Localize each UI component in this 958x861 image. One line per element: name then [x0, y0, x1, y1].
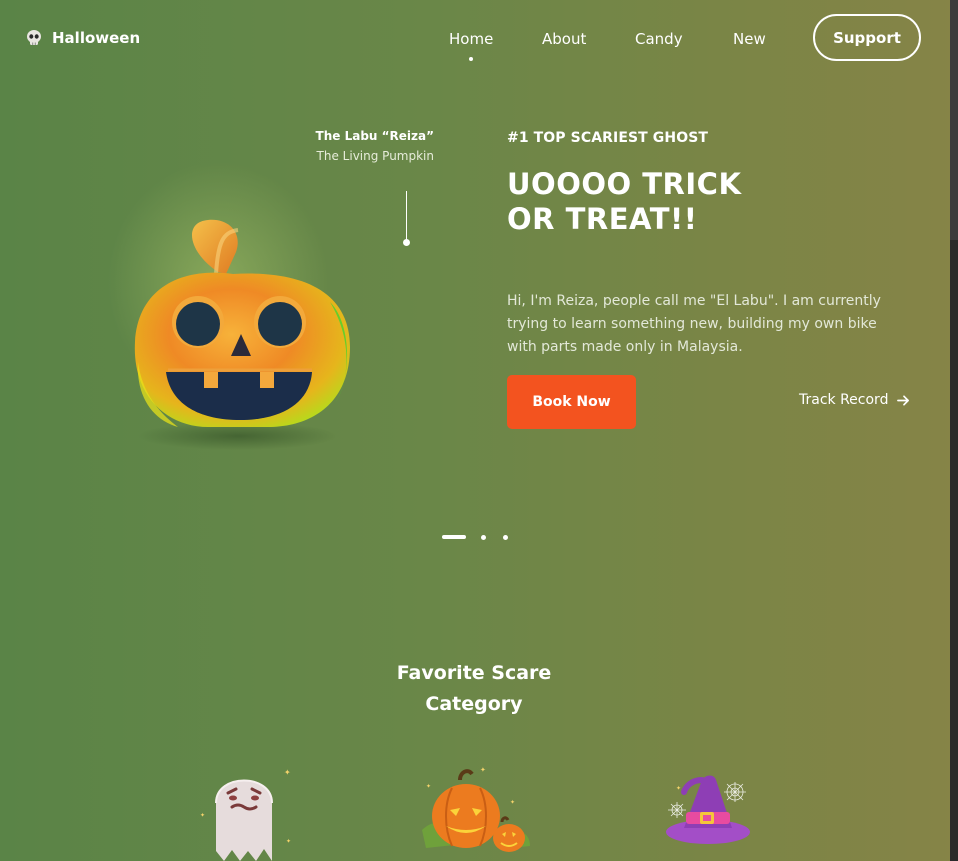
jack-o-lantern-icon: [108, 162, 350, 450]
slider-dot-1[interactable]: [442, 535, 466, 539]
character-name: The Labu “Reiza”: [315, 129, 434, 143]
ghost-icon: ✦ ✦ ✦: [200, 768, 291, 861]
page-scrollbar[interactable]: [950, 0, 958, 861]
nav-home[interactable]: Home: [449, 30, 493, 48]
track-record-label: Track Record: [799, 392, 889, 408]
category-section-title: Favorite Scare Category: [396, 662, 552, 715]
hero-headline: UOOOO TRICK OR TREAT!!: [507, 167, 742, 236]
svg-text:✦: ✦: [426, 783, 431, 790]
scrollbar-thumb[interactable]: [950, 0, 958, 240]
pumpkins-icon: ✦ ✦ ✦: [422, 766, 530, 852]
caption-connector-line: [406, 191, 407, 241]
nav-candy[interactable]: Candy: [635, 30, 683, 48]
skull-icon: [27, 30, 41, 45]
category-witch-hat[interactable]: ✦: [662, 772, 754, 848]
svg-text:✦: ✦: [286, 838, 291, 845]
witch-hat-icon: ✦: [666, 775, 750, 844]
category-ghost[interactable]: ✦ ✦ ✦: [198, 757, 294, 861]
svg-text:✦: ✦: [284, 768, 291, 777]
caption-connector-dot: [403, 239, 410, 246]
character-subtitle: The Living Pumpkin: [316, 149, 434, 163]
slider-dot-3[interactable]: [503, 535, 508, 540]
slider-dot-2[interactable]: [481, 535, 486, 540]
svg-text:✦: ✦: [200, 812, 205, 819]
svg-text:✦: ✦: [510, 799, 515, 806]
nav-about[interactable]: About: [542, 30, 586, 48]
arrow-right-icon: [897, 394, 910, 406]
support-button[interactable]: Support: [813, 14, 921, 61]
svg-text:✦: ✦: [676, 785, 681, 792]
hero-eyebrow: #1 TOP SCARIEST GHOST: [507, 130, 709, 146]
brand-name: Halloween: [52, 29, 141, 47]
hero-intro: Hi, I'm Reiza, people call me "El Labu".…: [507, 293, 881, 355]
brand-logo[interactable]: Halloween: [24, 28, 140, 48]
book-now-button[interactable]: Book Now: [507, 375, 636, 429]
track-record-link[interactable]: Track Record: [799, 392, 910, 408]
category-pumpkins[interactable]: ✦ ✦ ✦: [416, 764, 534, 861]
svg-text:✦: ✦: [480, 766, 486, 774]
nav-active-indicator: [469, 57, 473, 61]
nav-new[interactable]: New: [733, 30, 766, 48]
hero-image: [98, 162, 368, 462]
